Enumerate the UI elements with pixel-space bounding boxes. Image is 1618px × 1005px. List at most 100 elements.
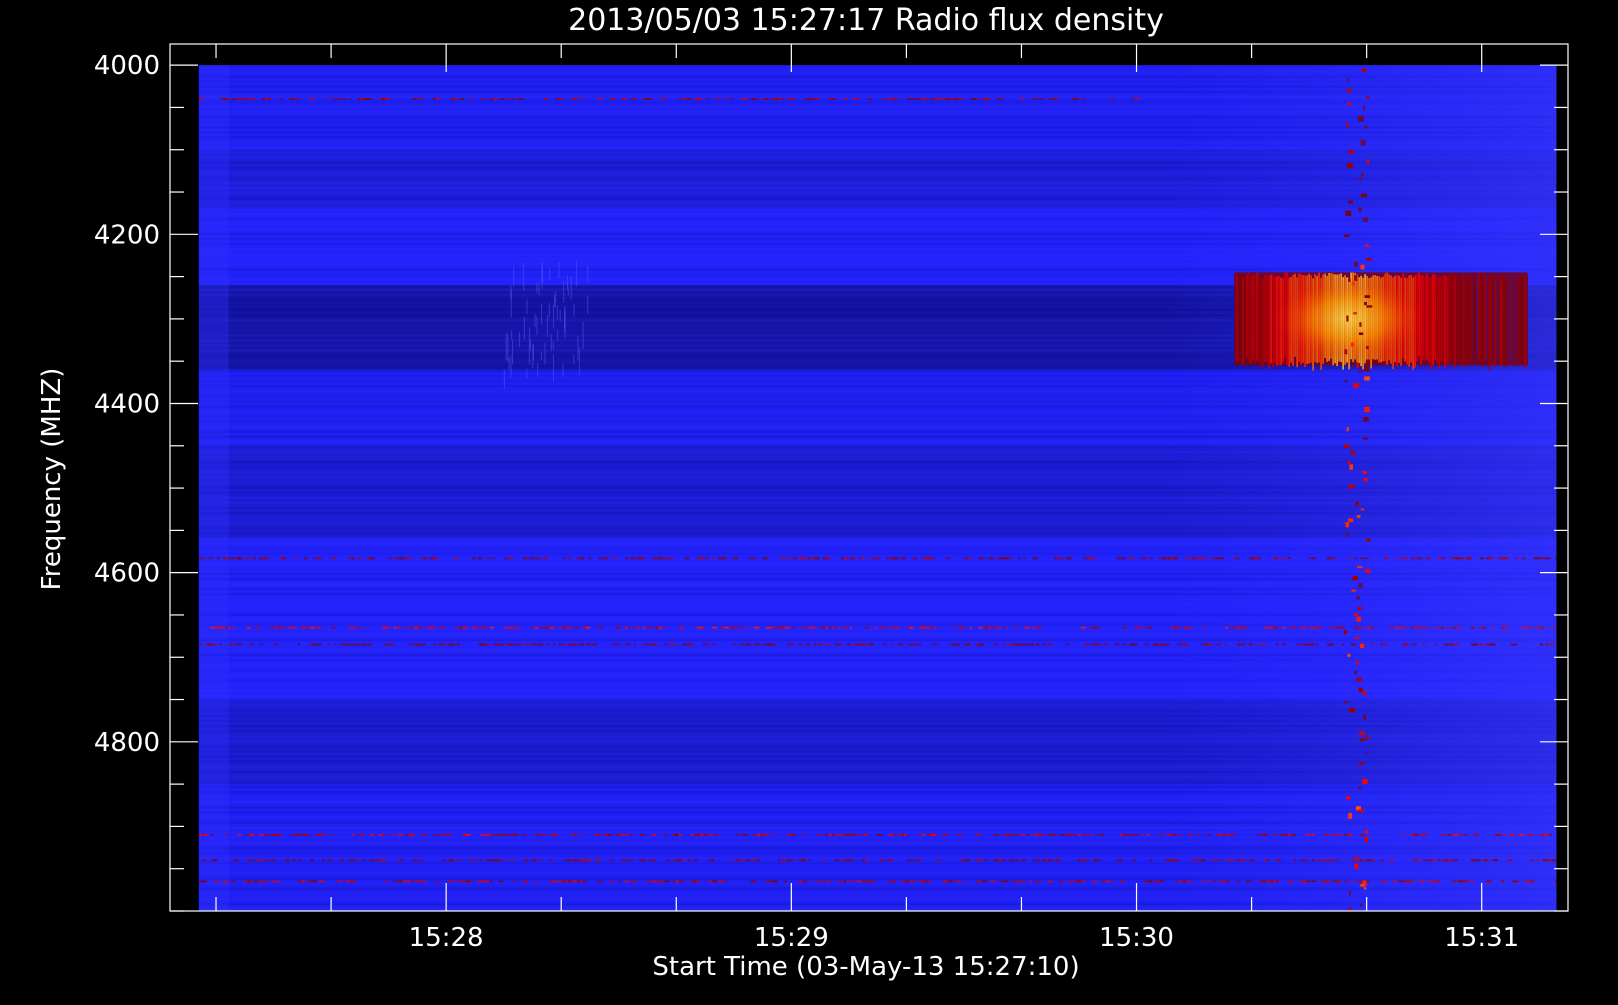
rfi-mark xyxy=(1095,643,1102,646)
burst-stroke xyxy=(1484,275,1486,360)
spike-mark xyxy=(1348,707,1355,713)
rfi-mark xyxy=(480,833,487,836)
rfi-mark xyxy=(669,643,676,646)
rfi-mark xyxy=(297,859,302,862)
rfi-mark xyxy=(969,97,973,100)
rfi-mark xyxy=(1452,859,1459,862)
rfi-mark xyxy=(291,859,296,862)
early-streak xyxy=(555,291,557,301)
rfi-mark xyxy=(717,880,721,883)
rfi-mark xyxy=(1212,880,1216,883)
burst-stroke xyxy=(1246,274,1248,358)
rfi-mark xyxy=(561,643,566,646)
rfi-mark xyxy=(432,97,436,100)
rfi-mark xyxy=(420,880,427,883)
rfi-mark xyxy=(1221,833,1226,836)
rfi-mark xyxy=(1446,833,1453,836)
spike-mark xyxy=(1366,159,1370,164)
rfi-mark xyxy=(843,626,849,629)
rfi-mark xyxy=(1479,557,1485,560)
spike-mark xyxy=(1348,149,1355,154)
rfi-mark xyxy=(1236,557,1240,560)
rfi-mark xyxy=(303,833,310,836)
rfi-mark xyxy=(1233,557,1238,560)
rfi-mark xyxy=(534,859,538,862)
spike-mark xyxy=(1358,582,1364,589)
rfi-mark xyxy=(204,833,208,836)
rfi-mark xyxy=(228,643,234,646)
rfi-mark xyxy=(1026,833,1030,836)
rfi-mark xyxy=(801,626,806,629)
rfi-mark xyxy=(1083,833,1088,836)
burst-stroke xyxy=(1508,273,1510,361)
rfi-mark xyxy=(1032,626,1036,629)
rfi-mark xyxy=(1122,833,1128,836)
rfi-mark xyxy=(705,557,709,560)
rfi-mark xyxy=(492,557,495,560)
rfi-mark xyxy=(1305,859,1309,862)
rfi-mark xyxy=(1404,643,1409,646)
rfi-mark xyxy=(489,833,495,836)
burst-stroke xyxy=(1518,277,1520,363)
rfi-mark xyxy=(846,880,850,883)
burst-stroke xyxy=(1456,276,1458,364)
rfi-mark xyxy=(711,626,718,629)
rfi-mark xyxy=(489,880,493,883)
rfi-mark xyxy=(546,626,551,629)
rfi-mark xyxy=(1149,557,1153,560)
rfi-mark xyxy=(471,626,475,629)
rfi-mark xyxy=(690,643,695,646)
rfi-mark xyxy=(1020,833,1026,836)
rfi-mark xyxy=(828,557,831,560)
rfi-mark xyxy=(246,626,252,629)
rfi-mark xyxy=(1392,880,1397,883)
rfi-mark xyxy=(348,97,351,100)
rfi-mark xyxy=(1314,626,1318,629)
rfi-mark xyxy=(870,880,875,883)
rfi-mark xyxy=(978,557,985,560)
rfi-mark xyxy=(1080,859,1084,862)
rfi-mark xyxy=(780,859,787,862)
rfi-mark xyxy=(249,880,253,883)
rfi-mark xyxy=(432,557,439,560)
rfi-mark xyxy=(981,626,985,629)
early-streak xyxy=(510,289,512,318)
rfi-mark xyxy=(585,859,592,862)
rfi-mark xyxy=(1449,643,1453,646)
rfi-mark xyxy=(990,626,996,629)
rfi-mark xyxy=(333,97,338,100)
rfi-mark xyxy=(369,97,372,100)
spike-mark xyxy=(1343,630,1348,635)
rfi-mark xyxy=(1530,880,1535,883)
rfi-mark xyxy=(513,626,519,629)
rfi-mark xyxy=(309,97,315,100)
rfi-mark xyxy=(612,643,618,646)
rfi-mark xyxy=(558,97,562,100)
early-streak xyxy=(557,329,559,341)
spike-mark xyxy=(1359,904,1363,907)
rfi-mark xyxy=(1131,643,1138,646)
rfi-mark xyxy=(387,643,391,646)
rfi-mark xyxy=(1158,880,1164,883)
rfi-mark xyxy=(525,880,529,883)
early-streak xyxy=(548,302,550,318)
rfi-mark xyxy=(1185,557,1191,560)
early-streak xyxy=(508,357,510,371)
rfi-mark xyxy=(381,859,387,862)
rfi-mark xyxy=(1053,557,1057,560)
rfi-mark xyxy=(1167,643,1171,646)
rfi-mark xyxy=(900,557,905,560)
rfi-mark xyxy=(1452,833,1459,836)
rfi-mark xyxy=(930,643,937,646)
rfi-mark xyxy=(549,859,554,862)
burst-stroke xyxy=(1434,274,1436,360)
early-streak xyxy=(564,310,566,339)
rfi-mark xyxy=(1059,557,1064,560)
rfi-mark xyxy=(891,97,898,100)
rfi-mark xyxy=(450,859,454,862)
rfi-mark xyxy=(1554,859,1557,862)
rfi-mark xyxy=(273,880,280,883)
burst-stroke xyxy=(1488,277,1490,370)
rfi-mark xyxy=(333,643,336,646)
spike-mark xyxy=(1356,677,1363,682)
